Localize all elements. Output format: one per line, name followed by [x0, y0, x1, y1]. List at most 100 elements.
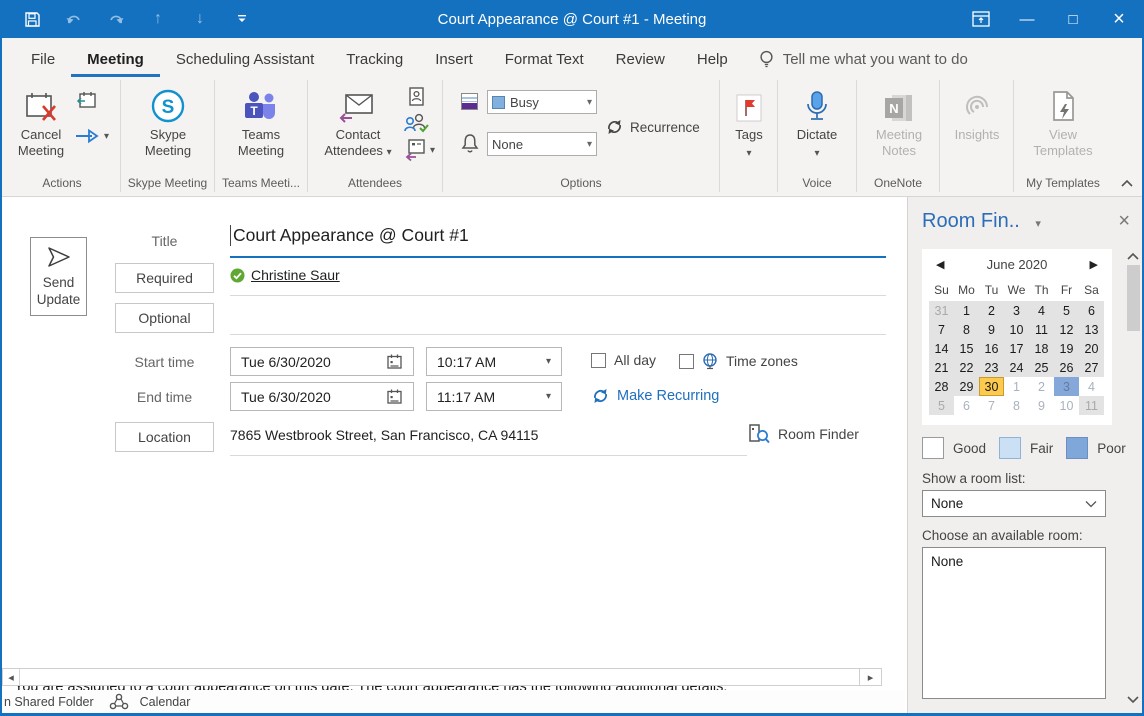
- room-finder-button[interactable]: Room Finder: [748, 423, 859, 445]
- calendar-day[interactable]: 4: [1079, 377, 1104, 396]
- required-attendee[interactable]: Christine Saur: [230, 267, 340, 283]
- calendar-day[interactable]: 22: [954, 358, 979, 377]
- calendar-day[interactable]: 20: [1079, 339, 1104, 358]
- tab-file[interactable]: File: [15, 41, 71, 77]
- calendar-day[interactable]: 8: [954, 320, 979, 339]
- show-as-combo[interactable]: Busy ▾: [487, 90, 597, 114]
- tab-help[interactable]: Help: [681, 41, 744, 77]
- calendar-day[interactable]: 10: [1054, 396, 1079, 415]
- room-finder-close-icon[interactable]: ×: [1118, 210, 1130, 233]
- calendar-day[interactable]: 6: [954, 396, 979, 415]
- ribbon-display-options-icon[interactable]: [958, 0, 1004, 38]
- make-recurring-button[interactable]: Make Recurring: [591, 387, 719, 405]
- maximize-button[interactable]: □: [1050, 0, 1096, 38]
- horizontal-scrollbar[interactable]: ◂: [2, 668, 882, 686]
- panel-scroll-down-icon[interactable]: [1126, 695, 1140, 705]
- minimize-button[interactable]: —: [1004, 0, 1050, 38]
- undo-icon[interactable]: [64, 9, 84, 29]
- calendar-day[interactable]: 28: [929, 377, 954, 396]
- panel-scrollbar[interactable]: [1125, 249, 1142, 707]
- calendar-day[interactable]: 18: [1029, 339, 1054, 358]
- start-date-calendar-icon[interactable]: [386, 353, 403, 370]
- contact-attendees-button[interactable]: Contact Attendees ▾: [322, 88, 394, 161]
- panel-scroll-up-icon[interactable]: [1126, 251, 1140, 261]
- calendar-day[interactable]: 2: [1029, 377, 1054, 396]
- end-date-calendar-icon[interactable]: [386, 388, 403, 405]
- calendar-day[interactable]: 17: [1004, 339, 1029, 358]
- calendar-day[interactable]: 13: [1079, 320, 1104, 339]
- tab-meeting[interactable]: Meeting: [71, 41, 160, 77]
- teams-meeting-button[interactable]: T Teams Meeting: [228, 88, 294, 159]
- recurrence-button[interactable]: Recurrence: [605, 118, 700, 136]
- calendar-day[interactable]: 15: [954, 339, 979, 358]
- tab-tracking[interactable]: Tracking: [330, 41, 419, 77]
- calendar-day[interactable]: 27: [1079, 358, 1104, 377]
- all-day-checkbox[interactable]: [591, 353, 606, 368]
- calendar-day[interactable]: 11: [1029, 320, 1054, 339]
- calendar-day[interactable]: 7: [979, 396, 1004, 415]
- calendar-day[interactable]: 7: [929, 320, 954, 339]
- start-date-picker[interactable]: Tue 6/30/2020: [230, 347, 414, 376]
- meeting-notes-button[interactable]: N Meeting Notes: [866, 88, 932, 159]
- room-finder-dropdown-icon[interactable]: ▾: [1035, 218, 1041, 230]
- send-update-button[interactable]: Send Update: [30, 237, 87, 316]
- tags-button[interactable]: Tags ▾: [727, 88, 771, 162]
- available-room-item[interactable]: None: [931, 554, 963, 569]
- insights-button[interactable]: Insights: [950, 88, 1004, 143]
- calendar-day[interactable]: 5: [929, 396, 954, 415]
- redo-icon[interactable]: [106, 9, 126, 29]
- collapse-ribbon-button[interactable]: [1120, 178, 1134, 188]
- calendar-day[interactable]: 21: [929, 358, 954, 377]
- forward-calendar-button[interactable]: [76, 90, 98, 110]
- room-list-select[interactable]: None: [922, 490, 1106, 517]
- scroll-left-icon[interactable]: ◂: [3, 669, 20, 685]
- required-button[interactable]: Required: [115, 263, 214, 293]
- calendar-day[interactable]: 10: [1004, 320, 1029, 339]
- start-time-picker[interactable]: 10:17 AM ▾: [426, 347, 562, 376]
- move-down-icon[interactable]: ↓: [190, 9, 210, 29]
- request-responses-button[interactable]: [404, 112, 430, 134]
- panel-scroll-thumb[interactable]: [1127, 265, 1140, 331]
- reminder-combo[interactable]: None ▾: [487, 132, 597, 156]
- calendar-day[interactable]: 25: [1029, 358, 1054, 377]
- location-button[interactable]: Location: [115, 422, 214, 452]
- tab-review[interactable]: Review: [600, 41, 681, 77]
- calendar-day[interactable]: 23: [979, 358, 1004, 377]
- start-time-dropdown-icon[interactable]: ▾: [546, 356, 551, 367]
- attendee-name[interactable]: Christine Saur: [251, 267, 340, 283]
- response-options-button[interactable]: ▾: [404, 138, 435, 162]
- calendar-day[interactable]: 2: [979, 301, 1004, 320]
- calendar-day[interactable]: 5: [1054, 301, 1079, 320]
- location-input[interactable]: 7865 Westbrook Street, San Francisco, CA…: [230, 427, 538, 443]
- calendar-day[interactable]: 1: [954, 301, 979, 320]
- end-date-picker[interactable]: Tue 6/30/2020: [230, 382, 414, 411]
- tab-format-text[interactable]: Format Text: [489, 41, 600, 77]
- skype-meeting-button[interactable]: S Skype Meeting: [135, 88, 201, 159]
- scroll-right-button[interactable]: ▸: [859, 668, 882, 686]
- forward-button[interactable]: ▾: [74, 128, 109, 144]
- close-button[interactable]: ×: [1096, 0, 1142, 38]
- tab-insert[interactable]: Insert: [419, 41, 489, 77]
- calendar-day[interactable]: 12: [1054, 320, 1079, 339]
- calendar-day[interactable]: 31: [929, 301, 954, 320]
- optional-button[interactable]: Optional: [115, 303, 214, 333]
- tell-me-box[interactable]: Tell me what you want to do: [758, 49, 968, 69]
- move-up-icon[interactable]: ↑: [148, 9, 168, 29]
- cancel-meeting-button[interactable]: Cancel Meeting: [10, 88, 72, 159]
- end-time-dropdown-icon[interactable]: ▾: [546, 391, 551, 402]
- title-input[interactable]: Court Appearance @ Court #1: [230, 225, 469, 246]
- address-book-button[interactable]: [406, 86, 426, 108]
- calendar-day[interactable]: 1: [1004, 377, 1029, 396]
- calendar-day[interactable]: 3: [1054, 377, 1079, 396]
- calendar-day[interactable]: 9: [979, 320, 1004, 339]
- calendar-day[interactable]: 14: [929, 339, 954, 358]
- calendar-day[interactable]: 29: [954, 377, 979, 396]
- dictate-button[interactable]: Dictate ▾: [792, 88, 842, 162]
- view-templates-button[interactable]: View Templates: [1028, 88, 1098, 159]
- calendar-day[interactable]: 19: [1054, 339, 1079, 358]
- calendar-day[interactable]: 3: [1004, 301, 1029, 320]
- calendar-day[interactable]: 8: [1004, 396, 1029, 415]
- tab-scheduling-assistant[interactable]: Scheduling Assistant: [160, 41, 330, 77]
- calendar-day[interactable]: 4: [1029, 301, 1054, 320]
- next-month-icon[interactable]: ▶: [1090, 258, 1098, 271]
